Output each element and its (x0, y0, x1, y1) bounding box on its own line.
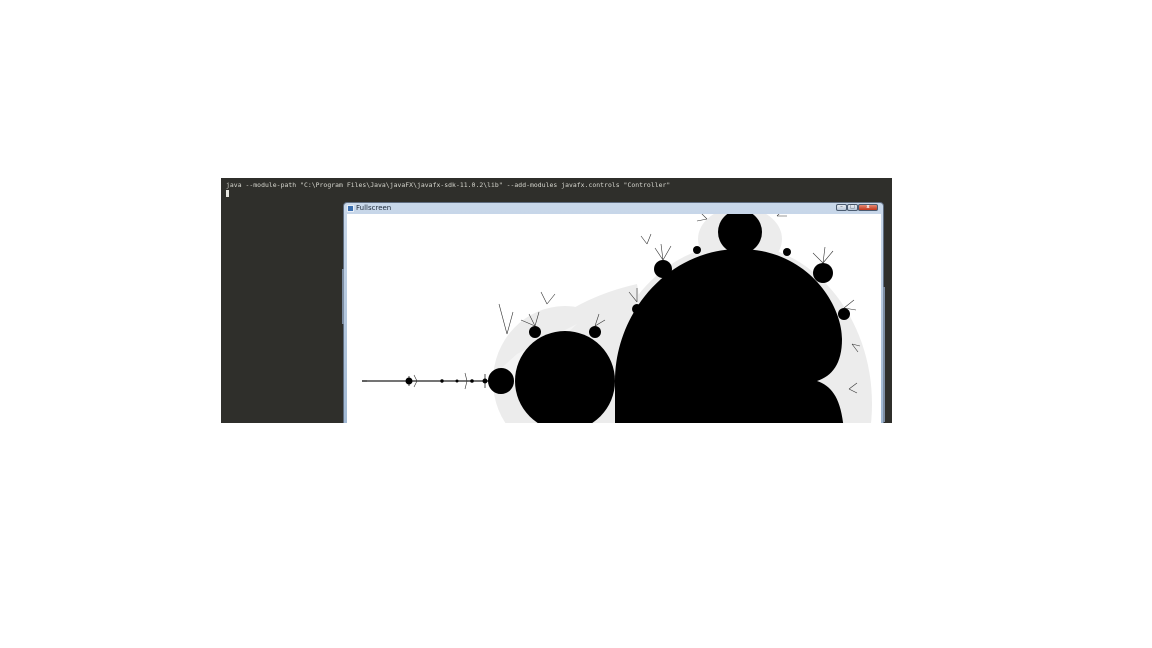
window-right-edge (883, 287, 885, 422)
maximize-button[interactable]: □ (847, 204, 858, 211)
app-icon (347, 205, 354, 212)
window-left-edge (342, 269, 344, 324)
fractal-canvas[interactable] (347, 214, 881, 423)
minimize-icon: – (840, 204, 843, 210)
mandelbrot-image (362, 214, 872, 423)
close-icon: x (866, 204, 870, 210)
fullscreen-window[interactable]: Fullscreen – □ x (342, 202, 885, 423)
window-title: Fullscreen (356, 204, 392, 212)
fractal-main-cardioid (615, 214, 850, 423)
terminal-cursor (226, 190, 229, 197)
window-titlebar[interactable]: Fullscreen – □ x (344, 203, 883, 214)
terminal-window[interactable]: java --module-path "C:\Program Files\Jav… (221, 178, 892, 423)
fractal-antenna (362, 368, 514, 394)
minimize-button[interactable]: – (836, 204, 847, 211)
close-button[interactable]: x (858, 204, 878, 211)
terminal-command-line: java --module-path "C:\Program Files\Jav… (226, 181, 671, 189)
maximize-icon: □ (850, 204, 855, 210)
